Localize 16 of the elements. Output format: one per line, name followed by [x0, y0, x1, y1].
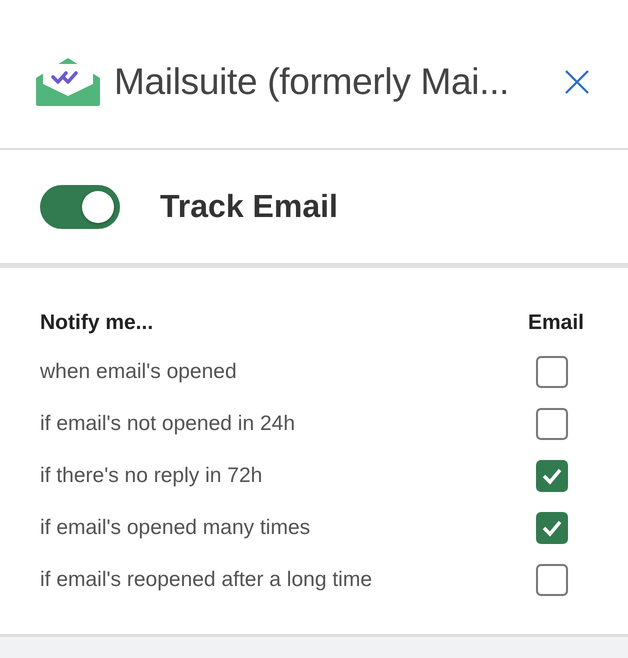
email-checkbox[interactable] — [536, 356, 568, 388]
email-checkbox[interactable] — [536, 512, 568, 544]
column-header: Email — [528, 311, 584, 335]
column-header: Notify me... — [40, 311, 154, 335]
email-checkbox[interactable] — [536, 564, 568, 596]
notification-label: if there's no reply in 72h — [40, 464, 262, 488]
envelope-logo-icon — [36, 58, 100, 106]
notification-label: if email's reopened after a long time — [40, 568, 372, 592]
track-toggle[interactable] — [40, 184, 120, 228]
notification-label: when email's opened — [40, 360, 237, 384]
email-checkbox[interactable] — [536, 460, 568, 492]
window-title: Mailsuite (formerly Mai... — [114, 61, 510, 103]
notification-label: if email's opened many times — [40, 516, 310, 540]
email-checkbox[interactable] — [536, 408, 568, 440]
toggle-label: Track Email — [160, 188, 338, 225]
notification-label: if email's not opened in 24h — [40, 412, 296, 436]
